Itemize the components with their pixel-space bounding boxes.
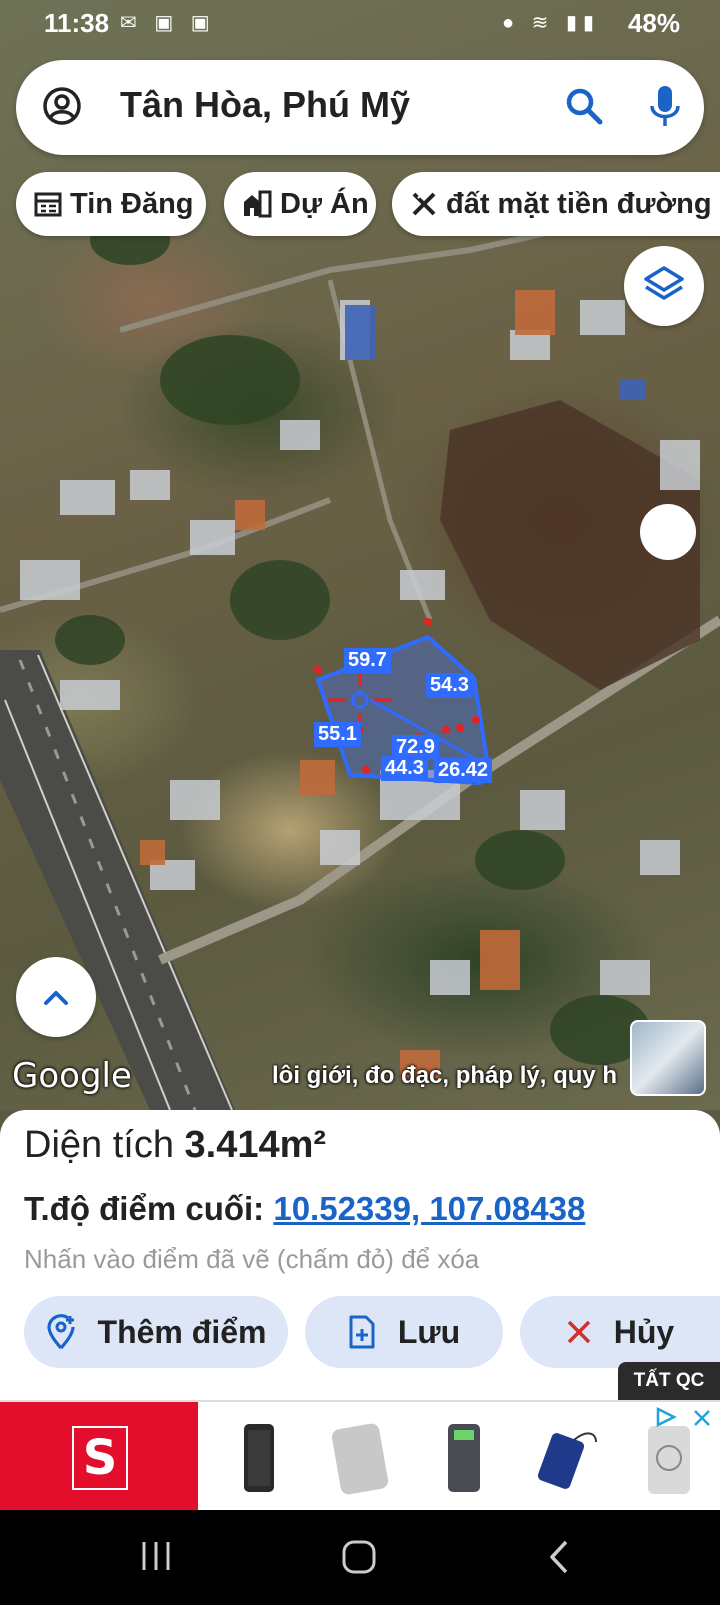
measure-label: 54.3: [426, 673, 473, 698]
buildings-icon: [244, 190, 272, 218]
satellite-map[interactable]: 59.7 54.3 55.1 72.9 44.3 26.42 11:38 ✉ ▣…: [0, 0, 720, 1110]
add-point-button[interactable]: Thêm điểm: [24, 1296, 288, 1368]
back-icon[interactable]: [548, 1538, 572, 1576]
ruler-pencil-icon: [412, 192, 436, 216]
add-location-icon: [46, 1314, 75, 1350]
status-bar: 11:38 ✉ ▣ ▣ ● ≋ ▮▮ 48%: [0, 0, 720, 48]
measure-label: 55.1: [314, 722, 361, 747]
chip-label: Dự Án: [280, 187, 369, 220]
ad-close-icon[interactable]: [692, 1408, 712, 1428]
agent-avatar-thumbnail[interactable]: [630, 1020, 706, 1096]
google-logo: Google: [12, 1056, 132, 1096]
hide-ads-button[interactable]: TẤT QC: [618, 1362, 720, 1400]
ad-brand-letter: S: [72, 1426, 128, 1490]
recent-apps-icon[interactable]: [138, 1538, 174, 1574]
status-time: 11:38: [44, 8, 110, 38]
microphone-icon[interactable]: [648, 84, 682, 128]
powerbank-product-image[interactable]: [534, 1422, 604, 1494]
home-icon[interactable]: [340, 1538, 378, 1576]
layers-button[interactable]: [624, 246, 704, 326]
coordinate-row: T.độ điểm cuối: 10.52339, 107.08438: [24, 1190, 585, 1228]
measurement-panel: Diện tích 3.414m² T.độ điểm cuối: 10.523…: [0, 1110, 720, 1400]
chip-du-an[interactable]: Dự Án: [224, 172, 376, 236]
expand-up-button[interactable]: [16, 957, 96, 1037]
powerbank-product-image[interactable]: [644, 1422, 694, 1498]
cancel-button[interactable]: Hủy: [520, 1296, 720, 1368]
add-file-icon: [349, 1315, 375, 1349]
area-label: Diện tích: [24, 1124, 174, 1166]
save-label: Lưu: [397, 1313, 461, 1350]
save-button[interactable]: Lưu: [305, 1296, 503, 1368]
ad-brand-logo[interactable]: S: [0, 1402, 198, 1512]
chip-dat-mat-tien[interactable]: đất mặt tiền đường s: [392, 172, 720, 236]
map-imagery: [0, 215, 720, 1110]
measure-label: 26.42: [434, 758, 493, 783]
area-row: Diện tích 3.414m²: [24, 1124, 326, 1167]
close-icon: [567, 1320, 591, 1344]
coordinate-link[interactable]: 10.52339, 107.08438: [273, 1190, 585, 1227]
search-icon[interactable]: [564, 86, 604, 126]
measure-label: 59.7: [344, 648, 391, 673]
chip-label: đất mặt tiền đường s: [446, 187, 720, 220]
layers-icon: [644, 266, 684, 300]
powerbank-product-image[interactable]: [240, 1422, 280, 1494]
delete-hint: Nhấn vào điểm đã vẽ (chấm đỏ) để xóa: [24, 1244, 480, 1274]
floating-dot-button[interactable]: [640, 504, 696, 560]
chip-tin-dang[interactable]: Tin Đăng: [16, 172, 206, 236]
coordinate-label: T.độ điểm cuối:: [24, 1190, 265, 1227]
add-point-label: Thêm điểm: [97, 1313, 267, 1350]
battery-level: 48%: [627, 8, 680, 38]
area-value: 3.414m²: [184, 1124, 327, 1166]
signal-icons: ● ≋ ▮▮: [502, 12, 600, 34]
system-nav-bar: [0, 1510, 720, 1605]
powerbank-product-image[interactable]: [444, 1422, 484, 1494]
adchoices-icon[interactable]: [654, 1406, 680, 1428]
search-bar[interactable]: Tân Hòa, Phú Mỹ: [16, 60, 704, 155]
notification-icons: ✉ ▣ ▣: [120, 12, 216, 34]
cancel-label: Hủy: [613, 1313, 675, 1350]
search-query[interactable]: Tân Hòa, Phú Mỹ: [120, 84, 410, 126]
chevron-up-icon: [44, 991, 68, 1005]
powerbank-product-image[interactable]: [328, 1422, 396, 1496]
calendar-list-icon: [34, 192, 62, 217]
ad-banner[interactable]: S: [0, 1400, 720, 1512]
scrolling-ticker: lôi giới, đo đạc, pháp lý, quy h: [272, 1062, 618, 1089]
account-icon[interactable]: [42, 86, 82, 126]
measure-label: 44.3: [381, 756, 428, 781]
chip-label: Tin Đăng: [70, 187, 194, 220]
